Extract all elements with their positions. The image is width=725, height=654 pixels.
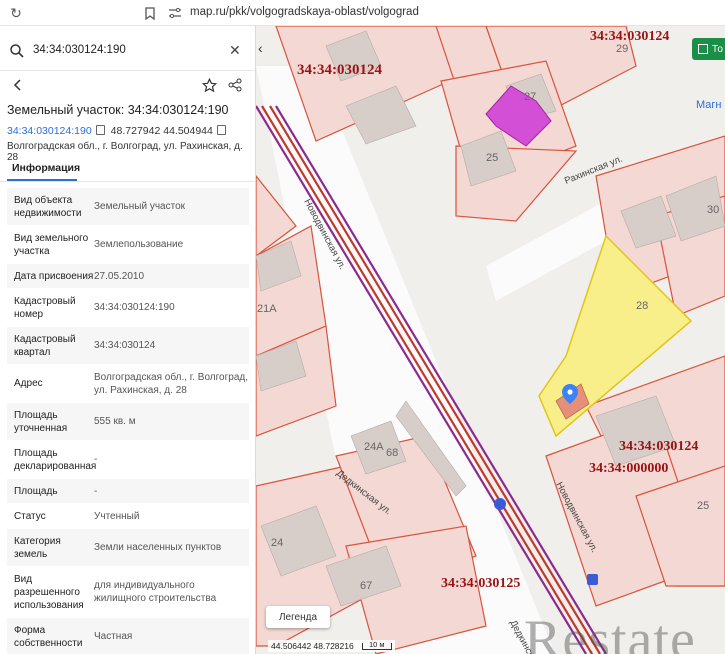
attribute-row: Форма собственности Частная bbox=[7, 618, 249, 654]
search-icon bbox=[9, 43, 25, 59]
checkbox-icon bbox=[698, 44, 708, 54]
tab-information[interactable]: Информация bbox=[12, 162, 80, 174]
scale-bar: 44.506442 48.728216 10 м bbox=[268, 640, 395, 652]
attribute-key: Вид разрешенного использования bbox=[14, 573, 84, 611]
attribute-key: Кадастровый квартал bbox=[14, 333, 76, 358]
attribute-key: Статус bbox=[14, 510, 46, 522]
house-number: 68 bbox=[386, 447, 398, 459]
attribute-row: Категория земель Земли населенных пунктов bbox=[7, 529, 249, 567]
quarter-label-1: 34:34:030124 bbox=[297, 62, 382, 78]
attribute-row: Дата присвоения 27.05.2010 bbox=[7, 264, 249, 289]
quarter-label-2: 34:34:030124 bbox=[590, 29, 669, 44]
map-canvas[interactable]: 34:34:030124 34:34:030124 34:34:030124 3… bbox=[256, 26, 725, 654]
quarter-label-3: 34:34:030124 bbox=[619, 439, 698, 454]
house-number: 25 bbox=[486, 152, 498, 164]
reload-icon[interactable]: ↻ bbox=[6, 3, 26, 23]
map-view[interactable]: 34:34:030124 34:34:030124 34:34:030124 3… bbox=[256, 26, 725, 654]
site-settings-icon[interactable] bbox=[165, 3, 185, 23]
bookmark-icon[interactable] bbox=[140, 3, 160, 23]
attribute-value: Земельный участок bbox=[94, 201, 186, 212]
poi-label[interactable]: Магн bbox=[696, 99, 722, 111]
attribute-row: Вид земельного участка Землепользование bbox=[7, 226, 249, 264]
house-number: 29 bbox=[616, 43, 628, 55]
attribute-key: Площадь уточненная bbox=[14, 409, 68, 434]
layers-toggle-button[interactable]: То bbox=[692, 38, 725, 60]
house-number: 24А bbox=[364, 441, 384, 453]
attribute-value: 34:34:030124 bbox=[94, 340, 156, 351]
clear-search-icon[interactable]: ✕ bbox=[229, 42, 241, 59]
attribute-row: Вид объекта недвижимости Земельный участо… bbox=[7, 188, 249, 226]
scale-label: 10 м bbox=[361, 640, 392, 650]
back-icon[interactable] bbox=[9, 76, 27, 94]
attribute-value: 27.05.2010 bbox=[94, 270, 145, 282]
favorite-star-icon[interactable] bbox=[200, 76, 218, 94]
attribute-row: Статус Учтенный bbox=[7, 504, 249, 529]
attribute-value: Землепользование bbox=[94, 239, 184, 250]
house-number: 25 bbox=[697, 500, 709, 512]
attribute-key: Адрес bbox=[14, 378, 43, 389]
copy-icon[interactable] bbox=[95, 125, 105, 135]
house-number: 28 bbox=[636, 300, 648, 312]
id-line: 34:34:030124:190 48.727942 44.504944 bbox=[7, 124, 232, 137]
attribute-row: Кадастровый номер 34:34:030124:190 bbox=[7, 289, 249, 327]
house-number: 30 bbox=[707, 204, 719, 216]
house-number: 27 bbox=[524, 91, 536, 103]
house-number: 24 bbox=[271, 537, 283, 549]
attribute-value: - bbox=[94, 485, 98, 497]
attribute-value: Волгоградская обл., г. Волгоград, ул. Ра… bbox=[94, 371, 249, 396]
object-title: Земельный участок: 34:34:030124:190 bbox=[7, 103, 229, 117]
cadastral-number-link[interactable]: 34:34:030124:190 bbox=[7, 125, 92, 137]
attribute-value: Учтенный bbox=[94, 510, 140, 522]
attribute-row: Площадь - bbox=[7, 479, 249, 504]
quarter-label-4: 34:34:000000 bbox=[589, 461, 668, 476]
copy-coordinates-icon[interactable] bbox=[216, 125, 226, 135]
attribute-key: Кадастровый номер bbox=[14, 295, 76, 320]
attribute-row: Площадь уточненная 555 кв. м bbox=[7, 403, 249, 441]
info-panel: 34:34:030124:190 ✕ Земельный участок: 34… bbox=[0, 26, 256, 654]
attribute-key: Вид земельного участка bbox=[14, 232, 89, 257]
attribute-row: Вид разрешенного использования для индиви… bbox=[7, 567, 249, 618]
attribute-key: Вид объекта недвижимости bbox=[14, 194, 82, 219]
attribute-value: Земли населенных пунктов bbox=[94, 542, 222, 553]
divider bbox=[0, 181, 255, 182]
watermark: Restate bbox=[524, 609, 696, 654]
attribute-value: 555 кв. м bbox=[94, 416, 136, 427]
attribute-row: Адрес Волгоградская обл., г. Волгоград, у… bbox=[7, 365, 249, 403]
house-number: 67 bbox=[360, 580, 372, 592]
address-bar[interactable]: map.ru/pkk/volgogradskaya-oblast/volgogr… bbox=[190, 6, 419, 18]
attribute-row: Площадь декларированная - bbox=[7, 441, 249, 479]
address-line: Волгоградская обл., г. Волгоград, ул. Ра… bbox=[7, 141, 243, 163]
attribute-value: - bbox=[94, 454, 98, 465]
attributes-table: Вид объекта недвижимости Земельный участо… bbox=[7, 188, 249, 654]
attribute-value: для индивидуального жилищного строительс… bbox=[94, 580, 217, 604]
house-number: 21А bbox=[257, 303, 277, 315]
cursor-coordinates: 44.506442 48.728216 bbox=[271, 641, 354, 651]
attribute-key: Форма собственности bbox=[14, 624, 83, 649]
share-icon[interactable] bbox=[226, 76, 244, 94]
attribute-key: Площадь bbox=[14, 485, 58, 497]
attribute-value: 34:34:030124:190 bbox=[94, 302, 175, 313]
attribute-row: Кадастровый квартал 34:34:030124 bbox=[7, 327, 249, 365]
attribute-key: Категория земель bbox=[14, 535, 61, 560]
coordinates-text: 48.727942 44.504944 bbox=[110, 125, 213, 137]
divider bbox=[0, 70, 255, 71]
browser-toolbar: ↻ map.ru/pkk/volgogradskaya-oblast/volgo… bbox=[0, 0, 725, 26]
collapse-panel-icon[interactable]: ‹ bbox=[258, 40, 263, 56]
attribute-key: Площадь декларированная bbox=[14, 447, 97, 472]
quarter-label-5: 34:34:030125 bbox=[441, 576, 520, 591]
attribute-key: Дата присвоения bbox=[14, 270, 94, 282]
search-input[interactable]: 34:34:030124:190 bbox=[33, 44, 126, 56]
attribute-value: Частная bbox=[94, 631, 133, 642]
search-box[interactable]: 34:34:030124:190 ✕ bbox=[0, 36, 255, 66]
legend-button[interactable]: Легенда bbox=[266, 606, 330, 628]
